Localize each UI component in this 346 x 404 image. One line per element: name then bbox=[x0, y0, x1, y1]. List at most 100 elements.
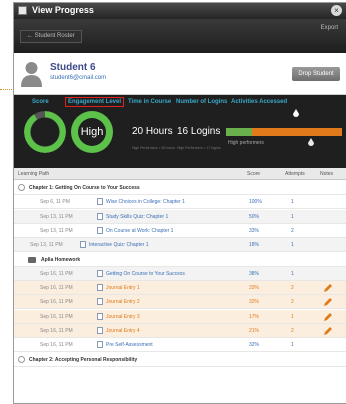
expand-toggle-icon[interactable] bbox=[18, 184, 25, 191]
due-date: Sep 16, 11 PM bbox=[40, 328, 73, 334]
activity-link[interactable]: Journal Entry 1 bbox=[106, 285, 140, 291]
document-icon bbox=[97, 327, 103, 334]
table-row: Sep 16, 11 PM Journal Entry 3 17% 1 bbox=[14, 309, 346, 324]
tab-activities-accessed[interactable]: Activities Accessed bbox=[231, 99, 287, 105]
attempts-cell: 2 bbox=[291, 227, 294, 234]
due-date: Sep 16, 11 PM bbox=[40, 342, 73, 349]
due-date: Sep 16, 11 PM bbox=[40, 299, 73, 306]
table-row: Sep 16, 11 PM Journal Entry 1 33% 2 bbox=[14, 281, 346, 296]
activity-link[interactable]: Getting On Course to Your Success bbox=[106, 271, 185, 277]
avatar bbox=[21, 62, 42, 87]
metric-tabs: Score Engagement Level Time in Course Nu… bbox=[14, 97, 346, 107]
pencil-icon[interactable] bbox=[323, 283, 333, 293]
table-row: Sep 6, 11 PM Wise Choices in College: Cha… bbox=[14, 195, 346, 210]
score-cell: 100% bbox=[249, 199, 262, 206]
due-date: Sep 13, 11 PM bbox=[30, 242, 63, 249]
attempts-cell: 1 bbox=[291, 313, 294, 320]
header-learning-path[interactable]: Learning Path bbox=[18, 171, 49, 177]
document-icon bbox=[97, 226, 103, 234]
score-cell: 33% bbox=[249, 227, 260, 234]
pencil-icon[interactable] bbox=[323, 312, 333, 322]
score-cell: 17% bbox=[249, 313, 260, 320]
tab-time-in-course[interactable]: Time in Course bbox=[128, 99, 171, 105]
toolbar: ← Student Roster Export bbox=[14, 19, 346, 53]
attempts-cell: 1 bbox=[291, 270, 294, 277]
attempts-cell: 2 bbox=[291, 299, 294, 306]
table-row: Sep 16, 11 PM Journal Entry 2 33% 2 bbox=[14, 295, 346, 310]
window-title: View Progress bbox=[32, 5, 94, 15]
section-title: Chapter 1: Getting On Course to Your Suc… bbox=[29, 185, 140, 191]
document-icon bbox=[97, 312, 103, 320]
document-icon bbox=[97, 284, 103, 292]
student-roster-button[interactable]: ← Student Roster bbox=[20, 30, 82, 43]
table-row: Sep 16, 11 PM Getting On Course to Your S… bbox=[14, 266, 346, 281]
table-header: Learning Path Score Attempts Notes bbox=[14, 168, 346, 180]
student-name: Student 6 bbox=[50, 62, 96, 73]
attempts-cell: 2 bbox=[291, 328, 294, 334]
activity-link[interactable]: Study Skills Quiz: Chapter 1 bbox=[106, 214, 168, 220]
activities-bar bbox=[226, 128, 342, 136]
expand-toggle-icon[interactable] bbox=[18, 355, 25, 363]
document-icon bbox=[97, 198, 103, 206]
attempts-cell: 1 bbox=[291, 242, 294, 249]
activity-link[interactable]: Pre Self-Assessment bbox=[106, 342, 153, 348]
document-icon bbox=[80, 241, 86, 249]
logins-value: 16 Logins bbox=[177, 126, 221, 137]
logins-note: High Performers = 17 logins bbox=[177, 146, 221, 150]
table-row: Sep 13, 11 PM On Course at Work: Chapter … bbox=[14, 224, 346, 238]
tab-number-of-logins[interactable]: Number of Logins bbox=[176, 99, 227, 105]
pencil-icon[interactable] bbox=[323, 297, 333, 307]
drop-student-button[interactable]: Drop Student bbox=[292, 67, 340, 81]
engagement-ring: High bbox=[71, 111, 113, 153]
section-row: Chapter 2: Accepting Personal Responsibi… bbox=[14, 353, 346, 367]
document-icon bbox=[97, 341, 103, 349]
student-header: Student 6 student6@cmail.com Drop Studen… bbox=[14, 53, 346, 95]
table-row: Sep 16, 11 PM Pre Self-Assessment 32% 1 bbox=[14, 338, 346, 353]
score-ring: 91% bbox=[24, 111, 66, 153]
due-date: Sep 13, 11 PM bbox=[40, 213, 73, 220]
close-icon[interactable]: × bbox=[331, 5, 342, 16]
time-in-course-value: 20 Hours bbox=[132, 126, 173, 137]
tab-score[interactable]: Score bbox=[32, 99, 49, 105]
due-date: Sep 16, 11 PM bbox=[40, 313, 73, 320]
folder-title: Aplia Homework bbox=[41, 256, 81, 263]
export-link[interactable]: Export bbox=[321, 25, 338, 31]
app-icon bbox=[18, 6, 27, 15]
document-icon bbox=[97, 298, 103, 306]
tab-engagement-level[interactable]: Engagement Level bbox=[65, 97, 125, 107]
score-cell: 50% bbox=[249, 213, 260, 220]
attempts-cell: 1 bbox=[291, 213, 294, 220]
header-notes[interactable]: Notes bbox=[320, 171, 333, 177]
callout-dotted-line bbox=[0, 89, 14, 90]
activity-link[interactable]: Journal Entry 3 bbox=[106, 314, 140, 320]
score-value: 91% bbox=[33, 126, 57, 138]
score-cell: 18% bbox=[249, 242, 260, 249]
score-cell: 21% bbox=[249, 328, 260, 334]
activity-link[interactable]: Journal Entry 4 bbox=[106, 328, 140, 334]
pencil-icon[interactable] bbox=[323, 326, 333, 336]
table-row: Sep 13, 11 PM Interactive Quiz: Chapter 1… bbox=[14, 238, 346, 253]
class-marker-icon bbox=[308, 138, 314, 146]
score-cell: 32% bbox=[249, 342, 260, 349]
section-row: Chapter 1: Getting On Course to Your Suc… bbox=[14, 181, 346, 195]
student-email[interactable]: student6@cmail.com bbox=[50, 75, 106, 81]
document-icon bbox=[97, 212, 103, 220]
folder-row: Aplia Homework bbox=[14, 253, 346, 267]
activity-link[interactable]: Interactive Quiz: Chapter 1 bbox=[89, 242, 148, 248]
document-icon bbox=[97, 269, 103, 277]
view-progress-window: View Progress × ← Student Roster Export … bbox=[13, 2, 346, 404]
engagement-value: High bbox=[80, 126, 104, 138]
metrics-panel: Score Engagement Level Time in Course Nu… bbox=[14, 95, 346, 168]
due-date: Sep 16, 11 PM bbox=[40, 285, 73, 292]
activity-link[interactable]: Wise Choices in College: Chapter 1 bbox=[106, 199, 185, 205]
header-score[interactable]: Score bbox=[247, 171, 260, 177]
time-in-course-note: High Performers = 30 hours bbox=[132, 146, 176, 150]
activity-link[interactable]: On Course at Work: Chapter 1 bbox=[106, 228, 173, 234]
table-row: Sep 13, 11 PM Study Skills Quiz: Chapter … bbox=[14, 209, 346, 224]
header-attempts[interactable]: Attempts bbox=[285, 171, 305, 177]
score-cell: 33% bbox=[249, 285, 260, 292]
due-date: Sep 6, 11 PM bbox=[40, 199, 70, 206]
score-cell: 38% bbox=[249, 270, 260, 277]
table-row: Sep 16, 11 PM Journal Entry 4 21% 2 bbox=[14, 324, 346, 338]
activity-link[interactable]: Journal Entry 2 bbox=[106, 299, 140, 305]
